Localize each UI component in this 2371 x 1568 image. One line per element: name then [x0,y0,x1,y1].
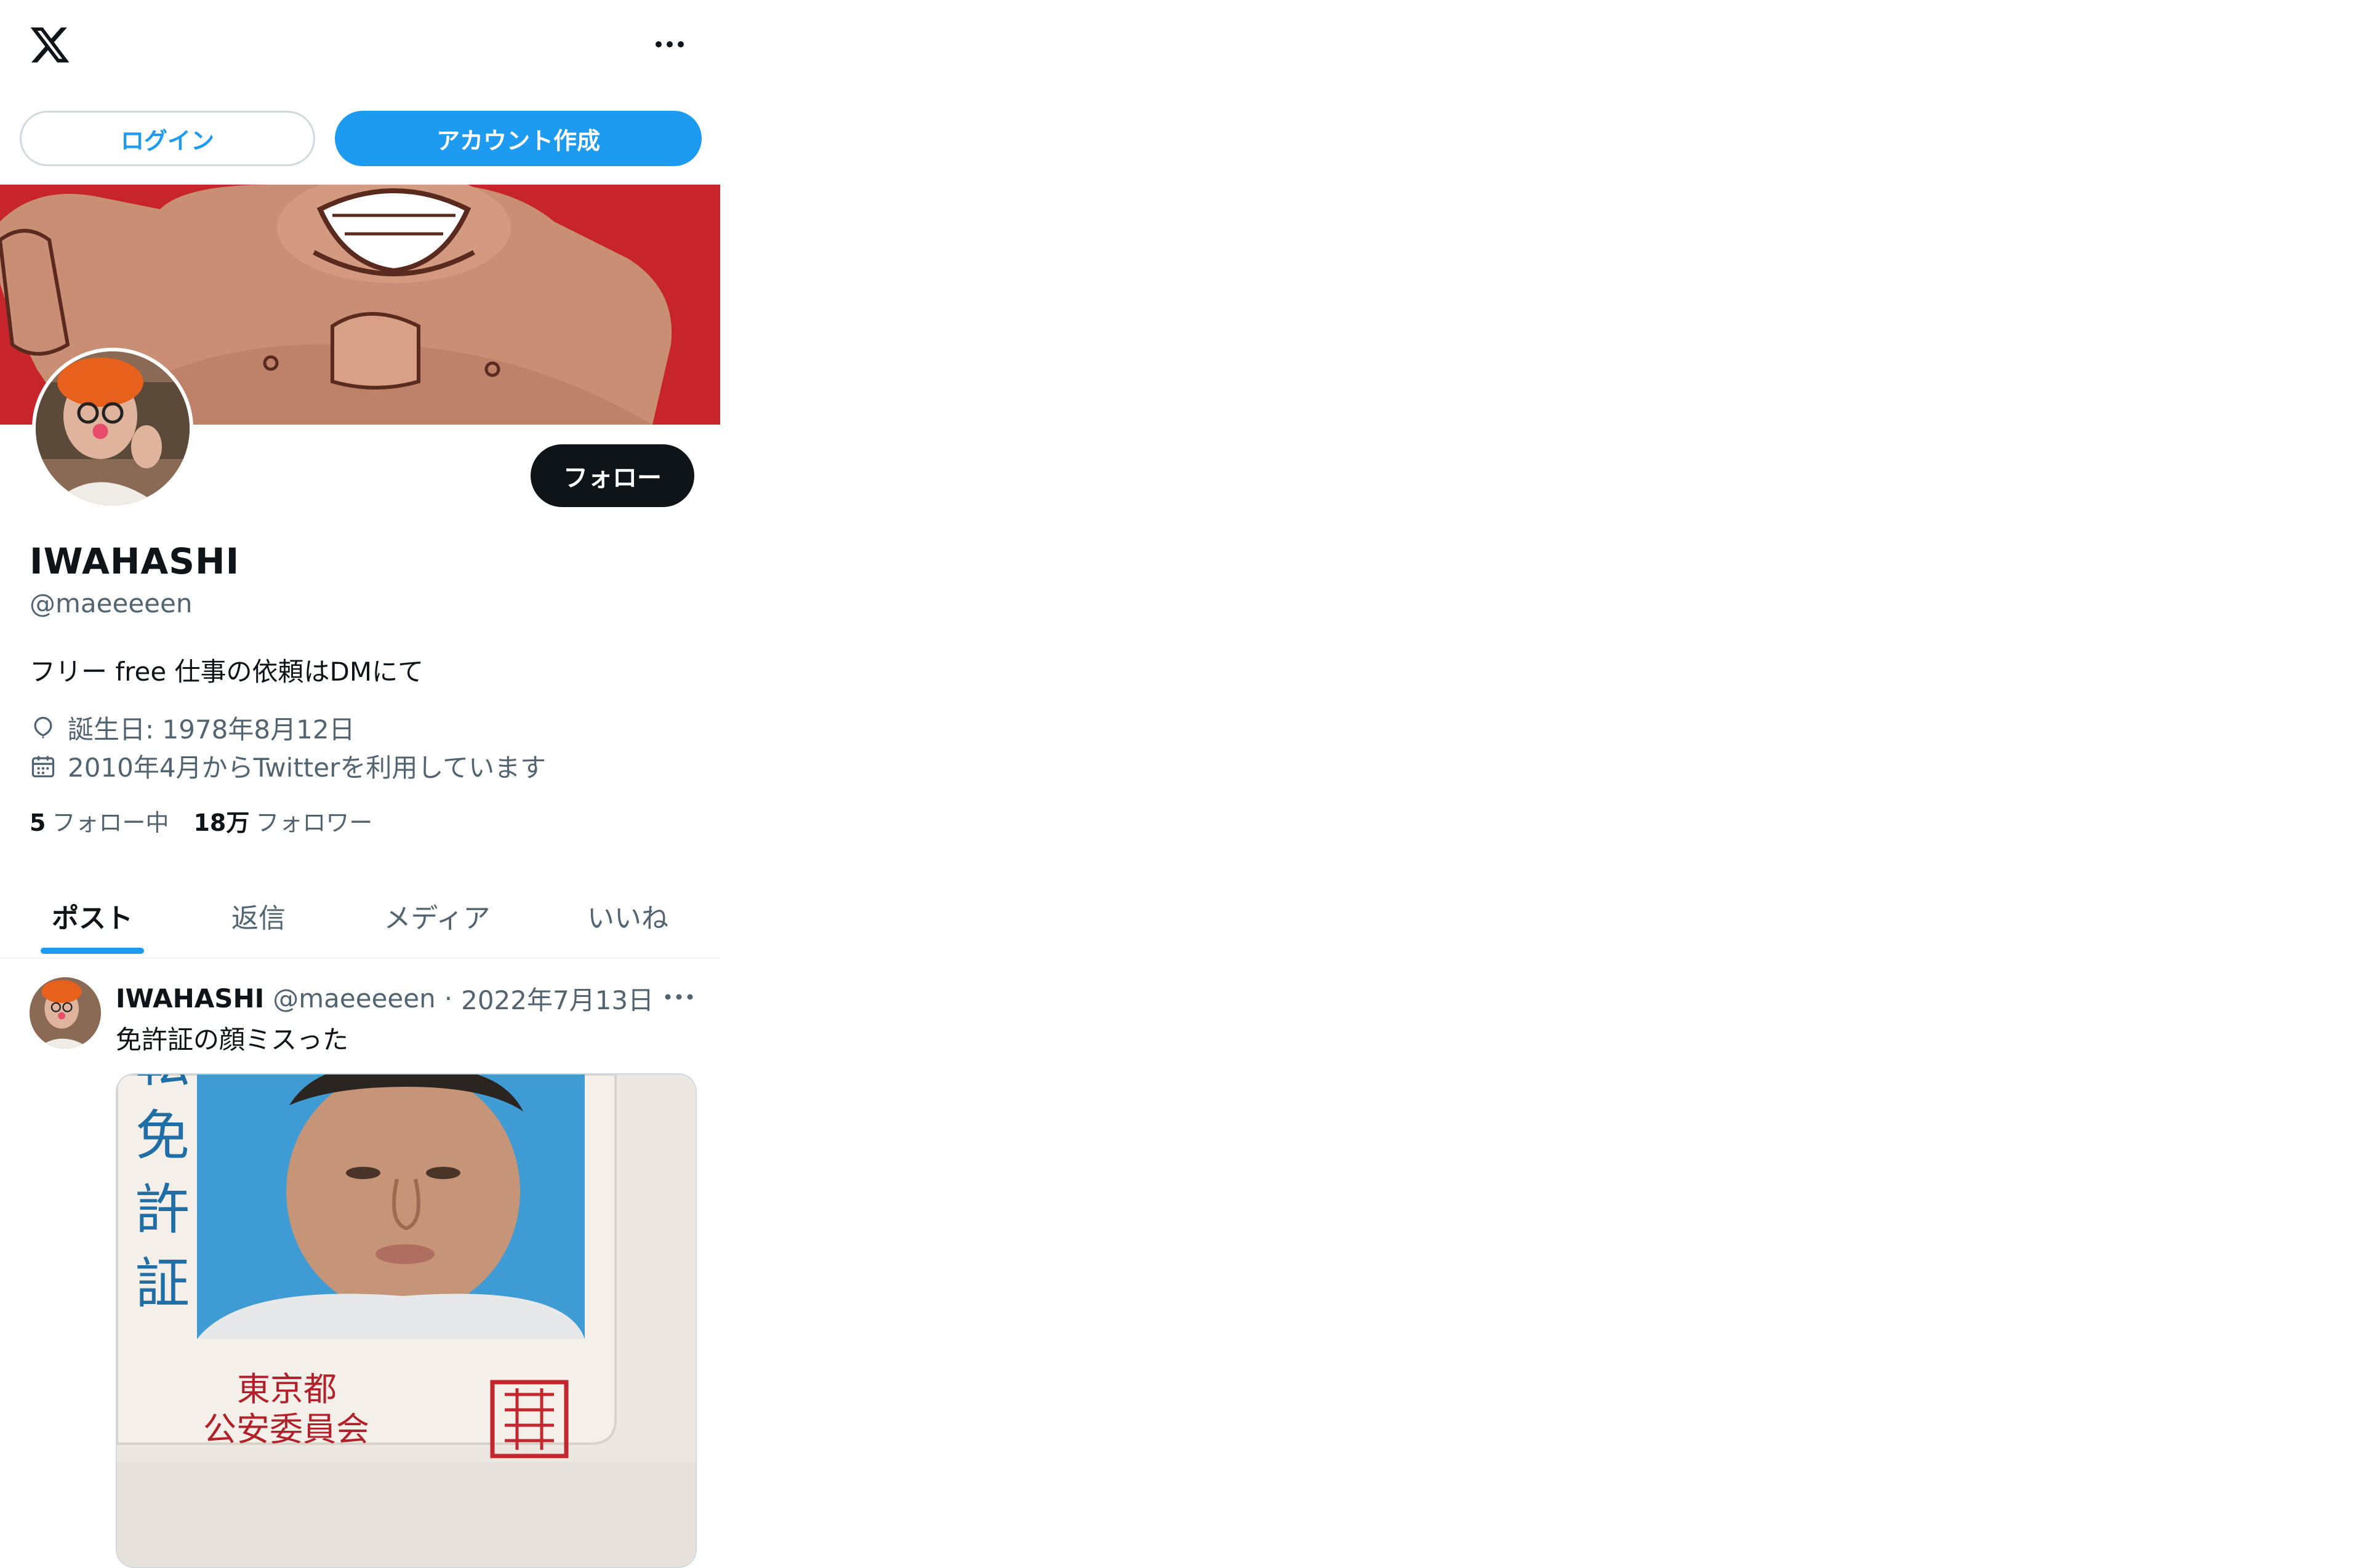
post-media-image[interactable]: 転 免 許 証 東京都 公安委員会 [116,1073,697,1568]
license-char-2: 許 [135,1178,190,1241]
follow-button[interactable]: フォロー [531,444,694,507]
tab-replies[interactable]: 返信 [185,874,332,958]
post-author-avatar[interactable] [30,977,101,1049]
calendar-icon [30,753,57,780]
profile-bio: フリー free 仕事の依頼はDMにて [30,657,424,687]
profile-handle: @maeeeeen [30,588,193,618]
profile-tabs: ポスト 返信 メディア いいね [0,874,720,959]
create-account-button[interactable]: アカウント作成 [335,111,702,166]
post-date[interactable]: 2022年7月13日 [461,980,654,1017]
following-label: フォロー中 [52,809,169,836]
birthday-text: 誕生日: 1978年8月12日 [68,714,355,745]
license-char-1: 免 [135,1104,190,1167]
tab-posts[interactable]: ポスト [22,874,162,958]
login-button[interactable]: ログイン [20,111,315,166]
following-count: 5 [30,809,46,836]
joined-row: 2010年4月からTwitterを利用しています [30,747,546,785]
tab-media[interactable]: メディア [363,874,511,958]
license-char-0: 転 [135,1074,190,1094]
more-horizontal-icon[interactable] [651,32,688,57]
profile-page: ログイン アカウント作成 フォロー IWAHASHI @maeeeeen フリー… [0,0,720,1568]
joined-text: 2010年4月からTwitterを利用しています [68,753,547,783]
post-author-handle[interactable]: @maeeeeen [273,983,435,1014]
issuer-line-2: 公安委員会 [203,1410,369,1449]
active-tab-indicator [41,948,144,954]
post-header: IWAHASHI @maeeeeen · 2022年7月13日 [116,980,654,1017]
following-link[interactable]: 5 フォロー中 [30,804,169,838]
followers-count: 18万 [193,809,250,836]
post-more-icon[interactable] [661,985,697,1009]
followers-link[interactable]: 18万 フォロワー [193,804,372,838]
profile-avatar[interactable] [32,348,193,509]
post-text: 免許証の顔ミスった [116,1025,349,1055]
post-separator: · [444,983,453,1014]
profile-display-name: IWAHASHI [30,540,240,582]
balloon-icon [30,714,57,742]
issuer-line-1: 東京都 [237,1370,337,1409]
post-author-name[interactable]: IWAHASHI [116,983,264,1014]
birthday-row: 誕生日: 1978年8月12日 [30,709,355,746]
x-logo-icon[interactable] [28,23,71,66]
license-char-3: 証 [135,1252,190,1315]
tab-likes[interactable]: いいね [554,874,702,958]
follow-stats: 5 フォロー中 18万 フォロワー [30,804,372,838]
followers-label: フォロワー [255,809,373,836]
